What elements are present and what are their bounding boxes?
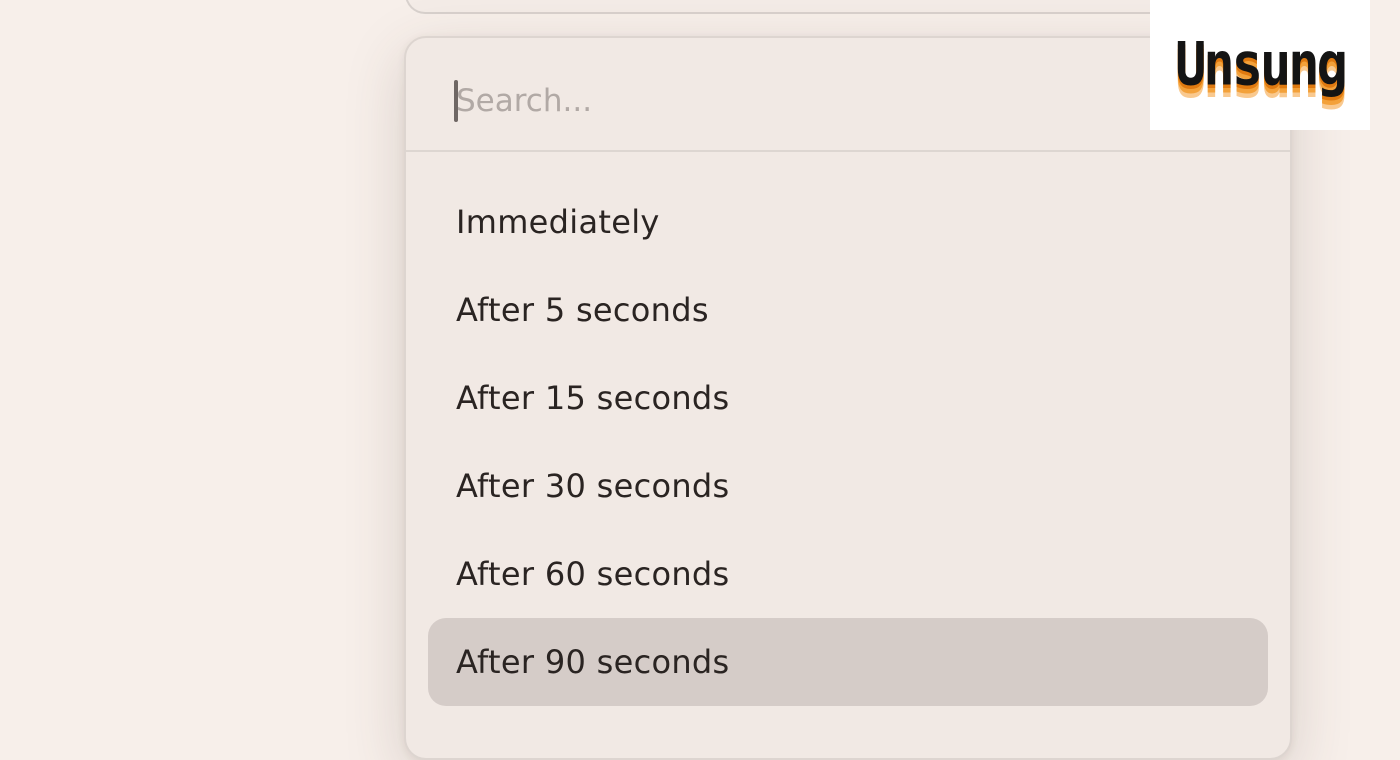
option-after-30-seconds[interactable]: After 30 seconds — [428, 442, 1268, 530]
logo-text: Unsung — [1175, 30, 1348, 100]
option-immediately[interactable]: Immediately — [428, 178, 1268, 266]
option-label: Immediately — [456, 203, 660, 241]
options-list: Immediately After 5 seconds After 15 sec… — [406, 178, 1290, 706]
option-label: After 30 seconds — [456, 467, 730, 505]
option-after-5-seconds[interactable]: After 5 seconds — [428, 266, 1268, 354]
text-cursor — [454, 80, 458, 122]
option-after-90-seconds[interactable]: After 90 seconds — [428, 618, 1268, 706]
unsung-logo: Unsung — [1150, 0, 1370, 130]
option-label: After 5 seconds — [456, 291, 709, 329]
option-label: After 15 seconds — [456, 379, 730, 417]
option-label: After 60 seconds — [456, 555, 730, 593]
search-input[interactable] — [456, 74, 1236, 128]
option-after-60-seconds[interactable]: After 60 seconds — [428, 530, 1268, 618]
option-label: After 90 seconds — [456, 643, 730, 681]
option-after-15-seconds[interactable]: After 15 seconds — [428, 354, 1268, 442]
timeout-dropdown: Immediately After 5 seconds After 15 sec… — [404, 36, 1292, 760]
